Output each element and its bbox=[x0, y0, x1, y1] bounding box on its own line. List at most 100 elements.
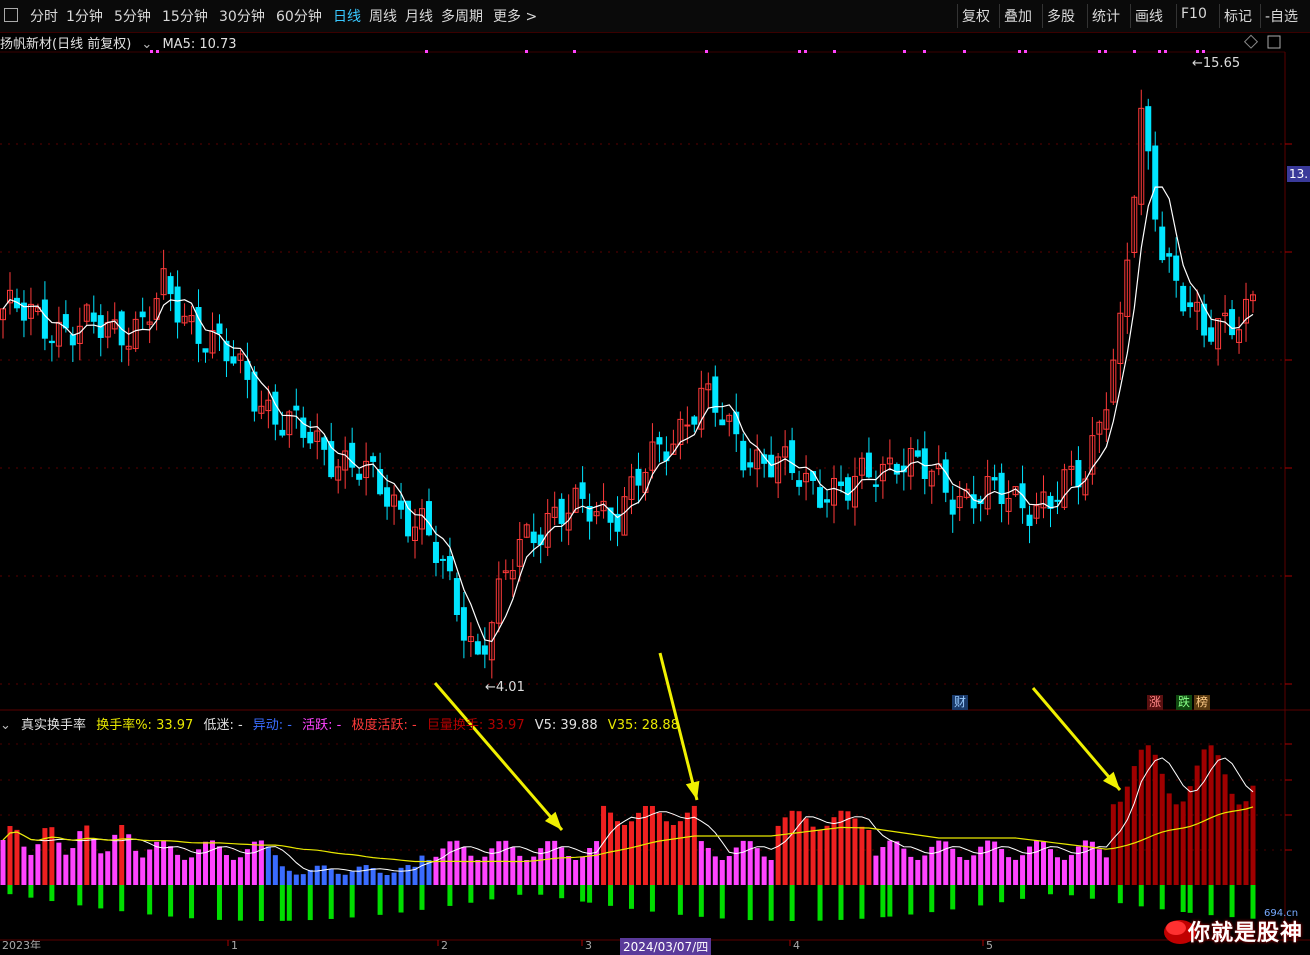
turnover-bar bbox=[1047, 849, 1053, 885]
candle-body bbox=[216, 323, 223, 334]
turnover-bar bbox=[223, 855, 229, 885]
candle-body bbox=[321, 437, 328, 450]
turnover-bar bbox=[370, 868, 376, 885]
rank-badge[interactable]: 榜 bbox=[1194, 695, 1211, 710]
turnover-bar bbox=[237, 857, 243, 885]
turnover-bar bbox=[272, 855, 278, 885]
turnover-bar bbox=[419, 855, 425, 885]
finance-badge[interactable]: 财 bbox=[952, 695, 969, 710]
turnover-bar bbox=[880, 847, 886, 885]
signal-bar bbox=[859, 885, 865, 919]
turnover-bar bbox=[286, 870, 292, 885]
signal-bar bbox=[377, 885, 383, 915]
ma5-line bbox=[2, 186, 1254, 643]
candle-body bbox=[817, 487, 824, 508]
turnover-bar bbox=[154, 841, 160, 885]
turnover-bar bbox=[608, 812, 614, 885]
signal-bar bbox=[28, 885, 34, 898]
candle-body bbox=[1208, 327, 1215, 342]
turnover-bar bbox=[656, 812, 662, 885]
turnover-bar bbox=[615, 821, 621, 885]
turnover-bar bbox=[133, 850, 139, 885]
turnover-bar bbox=[964, 859, 970, 885]
turnover-bar bbox=[580, 856, 586, 885]
turnover-bar bbox=[49, 827, 55, 885]
candle-body bbox=[914, 450, 921, 457]
turnover-value: 换手率%: 33.97 bbox=[96, 718, 194, 733]
signal-bar bbox=[468, 885, 474, 903]
signal-dot bbox=[1133, 50, 1136, 53]
signal-bar bbox=[978, 885, 984, 906]
turnover-bar bbox=[1152, 754, 1158, 885]
turnover-bar bbox=[517, 855, 523, 885]
turnover-bar bbox=[496, 841, 502, 885]
candle-body bbox=[460, 607, 467, 641]
signal-dot bbox=[425, 50, 428, 53]
signal-dot bbox=[1098, 50, 1101, 53]
signal-bar bbox=[677, 885, 683, 915]
signal-dot bbox=[705, 50, 708, 53]
turnover-bar bbox=[552, 840, 558, 885]
candle-body bbox=[453, 578, 460, 615]
signal-bar bbox=[1159, 885, 1165, 910]
candle-body bbox=[439, 558, 446, 561]
turnover-bar bbox=[789, 810, 795, 885]
turnover-bar bbox=[1034, 840, 1040, 885]
signal-bar bbox=[698, 885, 704, 917]
signal-dot bbox=[1196, 50, 1199, 53]
turnover-bar bbox=[42, 828, 48, 885]
limit-down-badge[interactable]: 跌 bbox=[1176, 695, 1193, 710]
signal-bar bbox=[817, 885, 823, 921]
turnover-bar bbox=[1215, 755, 1221, 885]
turnover-bar bbox=[894, 841, 900, 885]
watermark-site: 694.cn bbox=[1264, 908, 1299, 919]
candle-body bbox=[1180, 285, 1187, 312]
date-cursor-label: 2024/03/07/四 bbox=[620, 938, 712, 955]
turnover-bar bbox=[454, 840, 460, 885]
turnover-bar bbox=[1075, 846, 1081, 885]
month-label: 5 bbox=[986, 939, 993, 949]
indicator-settings-icon[interactable]: ⌄ bbox=[0, 718, 11, 733]
turnover-bar bbox=[684, 812, 690, 885]
turnover-bar bbox=[349, 871, 355, 885]
candle-body bbox=[405, 500, 412, 537]
signal-bar bbox=[189, 885, 195, 919]
signal-bar bbox=[538, 885, 544, 895]
candle-body bbox=[293, 405, 300, 411]
high-price-label: ←15.65 bbox=[1192, 56, 1240, 71]
signal-bar bbox=[258, 885, 264, 921]
turnover-bar bbox=[440, 848, 446, 885]
turnover-bar bbox=[251, 841, 257, 885]
turnover-bar bbox=[510, 847, 516, 885]
candle-body bbox=[719, 419, 726, 426]
turnover-bar bbox=[1159, 773, 1165, 885]
indicator-name[interactable]: 真实换手率 bbox=[21, 718, 86, 733]
candle-body bbox=[398, 500, 405, 510]
turnover-bar bbox=[1027, 846, 1033, 885]
turnover-bar bbox=[915, 859, 921, 885]
turnover-bar bbox=[594, 841, 600, 885]
kline-chart[interactable]: ←15.65 ←4.01 2023年 1 2 3 4 5 bbox=[0, 0, 1310, 949]
turnover-bar bbox=[363, 865, 369, 885]
turnover-bar bbox=[635, 812, 641, 885]
turnover-bar bbox=[524, 859, 530, 885]
turnover-bar bbox=[63, 854, 69, 885]
turnover-bar bbox=[1173, 804, 1179, 885]
candle-body bbox=[684, 424, 691, 427]
signal-dot bbox=[573, 50, 576, 53]
turnover-bar bbox=[768, 859, 774, 885]
active-value: 活跃: - bbox=[302, 718, 342, 733]
candle-body bbox=[41, 299, 48, 339]
v35-value: V35: 28.88 bbox=[607, 718, 679, 733]
month-label: 2 bbox=[441, 939, 448, 949]
candle-body bbox=[865, 452, 872, 478]
turnover-bar bbox=[314, 865, 320, 885]
turnover-bar bbox=[216, 846, 222, 885]
turnover-bar bbox=[1250, 785, 1256, 885]
turnover-bar bbox=[1145, 745, 1151, 885]
candle-body bbox=[991, 477, 998, 481]
year-label: 2023年 bbox=[2, 938, 41, 949]
turnover-bar bbox=[922, 855, 928, 885]
huge-value: 巨量换手: 33.97 bbox=[426, 718, 525, 733]
limit-up-badge[interactable]: 涨 bbox=[1147, 695, 1164, 710]
